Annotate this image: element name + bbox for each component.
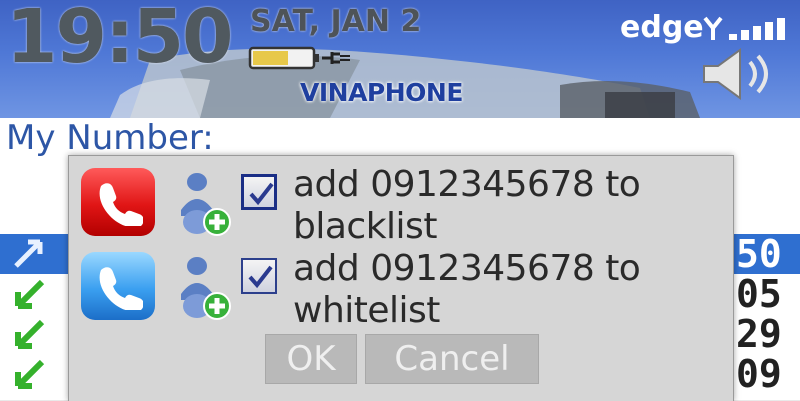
ok-button[interactable]: OK xyxy=(265,334,357,384)
speaker-volume-icon[interactable] xyxy=(700,44,780,104)
call-log-time: 09 xyxy=(736,352,782,396)
call-log-time: 50 xyxy=(736,232,782,276)
call-log-time: 05 xyxy=(736,272,782,316)
carrier-name: VINAPHONE xyxy=(300,78,463,107)
incoming-call-icon xyxy=(15,319,45,349)
call-log-time: 29 xyxy=(736,312,782,356)
network-type: edge xyxy=(620,10,704,45)
date-label: SAT, JAN 2 xyxy=(250,4,422,39)
blacklist-option-label: add 0912345678 to blacklist xyxy=(293,164,641,247)
status-banner: 19:50 SAT, JAN 2 VINAPHONE edge xyxy=(0,0,800,118)
incoming-call-icon xyxy=(15,359,45,389)
checkmark-icon xyxy=(248,265,273,289)
missed-call-icon xyxy=(14,239,43,268)
checkmark-icon xyxy=(249,182,274,206)
blue-phone-icon xyxy=(81,252,155,320)
contact-add-icon xyxy=(181,173,231,236)
blacklist-whitelist-dialog: add 0912345678 to blacklist add 09123456… xyxy=(68,155,734,401)
cancel-button[interactable]: Cancel xyxy=(365,334,539,384)
my-number-label: My Number: xyxy=(6,118,214,158)
blacklist-option[interactable]: add 0912345678 to blacklist xyxy=(69,162,733,247)
red-phone-icon xyxy=(81,168,155,236)
contact-add-icon xyxy=(181,257,231,320)
battery-icon xyxy=(248,46,350,70)
whitelist-checkbox[interactable] xyxy=(241,258,277,294)
incoming-call-icon xyxy=(15,279,45,309)
whitelist-option[interactable]: add 0912345678 to whitelist xyxy=(69,246,733,331)
whitelist-option-label: add 0912345678 to whitelist xyxy=(293,248,641,331)
blacklist-checkbox[interactable] xyxy=(241,174,277,210)
signal-strength-icon xyxy=(703,16,785,40)
clock-time: 19:50 xyxy=(6,0,234,80)
